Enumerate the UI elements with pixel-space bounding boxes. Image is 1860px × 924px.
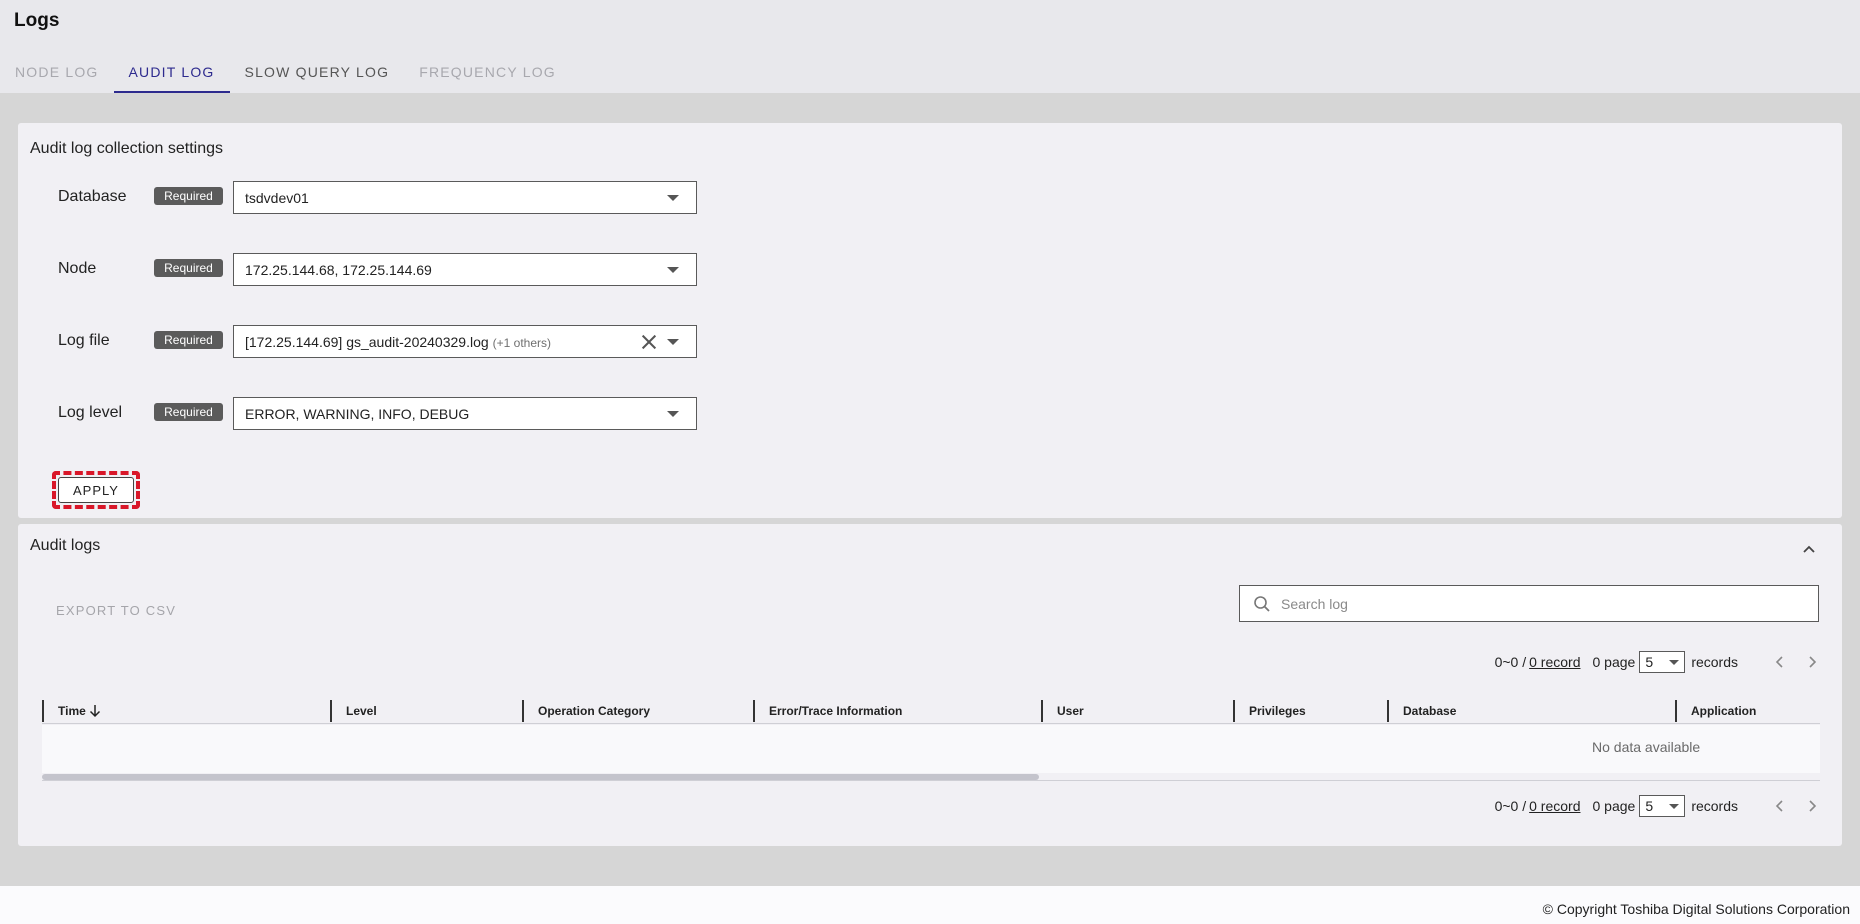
prev-page-button[interactable]	[1772, 798, 1788, 814]
tab-node-log[interactable]: NODE LOG	[0, 50, 114, 93]
export-csv-button[interactable]: EXPORT TO CSV	[56, 603, 176, 618]
per-page-select[interactable]: 5	[1639, 795, 1686, 817]
next-page-button[interactable]	[1804, 654, 1820, 670]
table-header: Time Level Operation Category Error/Trac…	[42, 694, 1820, 724]
sort-arrow-down-icon	[89, 705, 100, 718]
database-label: Database	[58, 188, 127, 205]
pagination-top: 0~0 / 0 record 0 page 5 records	[1495, 651, 1820, 673]
search-input[interactable]: Search log	[1239, 585, 1819, 622]
page-count: 0 page	[1592, 654, 1636, 670]
database-value: tsdvdev01	[245, 189, 309, 206]
node-select[interactable]: 172.25.144.68, 172.25.144.69	[233, 253, 697, 286]
settings-title: Audit log collection settings	[30, 140, 223, 157]
column-privileges[interactable]: Privileges	[1233, 700, 1306, 722]
header: Logs NODE LOG AUDIT LOG SLOW QUERY LOG F…	[0, 0, 1860, 93]
node-required-badge: Required	[154, 259, 223, 277]
divider	[42, 780, 1820, 781]
prev-page-button[interactable]	[1772, 654, 1788, 670]
chevron-right-icon	[1809, 656, 1817, 668]
node-label: Node	[58, 260, 97, 277]
record-count-link[interactable]: 0 record	[1529, 654, 1580, 670]
chevron-up-icon[interactable]	[1800, 540, 1818, 558]
tab-audit-log[interactable]: AUDIT LOG	[113, 50, 230, 93]
column-database[interactable]: Database	[1387, 700, 1456, 722]
node-value: 172.25.144.68, 172.25.144.69	[245, 261, 432, 278]
column-time[interactable]: Time	[42, 700, 101, 722]
per-page-select[interactable]: 5	[1639, 651, 1686, 673]
apply-button[interactable]: APPLY	[58, 477, 134, 503]
loglevel-select[interactable]: ERROR, WARNING, INFO, DEBUG	[233, 397, 697, 430]
chevron-down-icon	[1669, 659, 1680, 665]
record-count-link[interactable]: 0 record	[1529, 798, 1580, 814]
page-count: 0 page	[1592, 798, 1636, 814]
audit-settings-panel: Audit log collection settings Database R…	[18, 123, 1842, 518]
record-range: 0~0 /	[1494, 654, 1527, 670]
page-title: Logs	[14, 10, 60, 31]
column-level[interactable]: Level	[330, 700, 377, 722]
copyright-text: © Copyright Toshiba Digital Solutions Co…	[1542, 901, 1850, 917]
logfile-label: Log file	[58, 332, 110, 349]
next-page-button[interactable]	[1804, 798, 1820, 814]
chevron-down-icon	[667, 410, 679, 417]
logfile-extra-count: (+1 others)	[492, 335, 552, 350]
database-required-badge: Required	[154, 187, 223, 205]
audit-logs-panel: Audit logs EXPORT TO CSV Search log 0~0 …	[18, 524, 1842, 846]
tab-slow-query-log[interactable]: SLOW QUERY LOG	[230, 50, 405, 93]
footer: © Copyright Toshiba Digital Solutions Co…	[0, 886, 1860, 924]
column-application[interactable]: Application	[1675, 700, 1756, 722]
search-placeholder: Search log	[1281, 595, 1348, 612]
search-icon	[1254, 595, 1270, 612]
apply-highlight: APPLY	[52, 471, 140, 509]
audit-logs-title: Audit logs	[30, 537, 101, 554]
logfile-value: [172.25.144.69] gs_audit-20240329.log	[245, 333, 489, 350]
chevron-left-icon	[1775, 800, 1783, 812]
chevron-down-icon	[667, 194, 679, 201]
column-error-trace[interactable]: Error/Trace Information	[753, 700, 902, 722]
loglevel-label: Log level	[58, 404, 123, 421]
tab-bar: NODE LOG AUDIT LOG SLOW QUERY LOG FREQUE…	[0, 50, 571, 93]
column-user[interactable]: User	[1041, 700, 1084, 722]
chevron-down-icon	[1669, 803, 1680, 809]
logfile-select[interactable]: [172.25.144.69] gs_audit-20240329.log (+1…	[233, 325, 697, 358]
records-label: records	[1691, 654, 1738, 670]
clear-icon[interactable]	[641, 334, 657, 350]
loglevel-required-badge: Required	[154, 403, 223, 421]
tab-frequency-log[interactable]: FREQUENCY LOG	[404, 50, 571, 93]
table-body: No data available	[42, 725, 1820, 773]
database-select[interactable]: tsdvdev01	[233, 181, 697, 214]
chevron-right-icon	[1809, 800, 1817, 812]
logfile-required-badge: Required	[154, 331, 223, 349]
pagination-bottom: 0~0 / 0 record 0 page 5 records	[1495, 795, 1820, 817]
chevron-down-icon	[667, 338, 679, 345]
column-operation-category[interactable]: Operation Category	[522, 700, 650, 722]
chevron-left-icon	[1775, 656, 1783, 668]
records-label: records	[1691, 798, 1738, 814]
loglevel-value: ERROR, WARNING, INFO, DEBUG	[245, 405, 470, 422]
chevron-down-icon	[667, 266, 679, 273]
empty-state: No data available	[1592, 739, 1701, 755]
record-range: 0~0 /	[1494, 798, 1527, 814]
